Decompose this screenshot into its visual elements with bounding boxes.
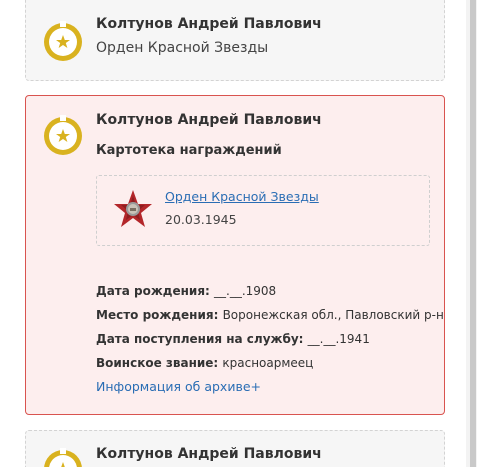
award-card-1[interactable]: Колтунов Андрей Павлович Орден Красной З… [25, 0, 445, 81]
award-item: Орден Красной Звезды 20.03.1945 [96, 175, 430, 246]
record-type-title: Картотека награждений [96, 143, 282, 158]
award-date: 20.03.1945 [165, 212, 237, 227]
person-name[interactable]: Колтунов Андрей Павлович [96, 16, 322, 32]
person-name[interactable]: Колтунов Андрей Павлович [96, 446, 322, 462]
service-date-row: Дата поступления на службу: __.__.1941 [96, 332, 370, 346]
gold-star-medal-icon [42, 115, 84, 157]
birth-date-label: Дата рождения: [96, 284, 215, 298]
military-rank-row: Воинское звание: красноармеец [96, 356, 313, 370]
military-rank-label: Воинское звание: [96, 356, 223, 370]
birth-place-row: Место рождения: Воронежская обл., Павлов… [96, 308, 444, 322]
birth-place-label: Место рождения: [96, 308, 223, 322]
archive-info-link[interactable]: Информация об архиве+ [96, 379, 261, 394]
birth-date-value: __.__.1908 [214, 284, 277, 298]
award-subtitle: Орден Красной Звезды [96, 40, 269, 56]
gold-star-medal-icon [42, 21, 84, 63]
award-card-3[interactable]: Колтунов Андрей Павлович [25, 430, 445, 467]
service-date-value: __.__.1941 [307, 332, 370, 346]
gold-star-medal-icon [42, 448, 84, 467]
scrollbar-thumb[interactable] [470, 0, 476, 467]
birth-date-row: Дата рождения: __.__.1908 [96, 284, 276, 298]
red-star-order-icon [112, 188, 154, 230]
birth-place-value: Воронежская обл., Павловский р-н [222, 308, 444, 322]
service-date-label: Дата поступления на службу: [96, 332, 308, 346]
award-card-2[interactable]: Колтунов Андрей Павлович Картотека награ… [25, 95, 445, 415]
award-title-link[interactable]: Орден Красной Звезды [165, 189, 319, 204]
military-rank-value: красноармеец [222, 356, 314, 370]
person-name[interactable]: Колтунов Андрей Павлович [96, 112, 322, 128]
